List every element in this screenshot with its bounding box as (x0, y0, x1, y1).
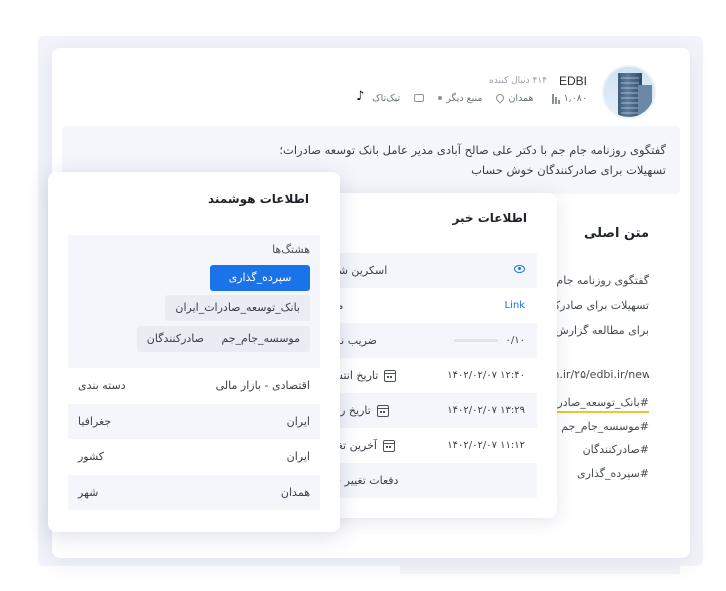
category-value: اقتصادی - بازار مالی (215, 379, 310, 393)
location-meta: همدان (494, 92, 534, 104)
location-label: همدان (508, 92, 534, 104)
geography-value: ایران (286, 414, 310, 428)
smart-row-geography: جغرافیا ایران (68, 403, 320, 439)
country-value: ایران (286, 450, 310, 464)
calendar-icon (384, 369, 397, 382)
summary-line-1: گفتگوی روزنامه جام جم با دکتر علی صالح آ… (279, 143, 666, 157)
comments-meta (414, 94, 425, 102)
platform-label: تیک‌تاک (372, 92, 401, 104)
smart-info-rows: دسته بندی اقتصادی - بازار مالی جغرافیا ا… (68, 368, 320, 510)
smart-info-title: اطلاعات هوشمند (208, 192, 309, 206)
row-label: شهر (78, 485, 99, 499)
news-row-screenshot: اسکرین شات (325, 253, 537, 288)
smart-row-city: شهر همدان (68, 474, 320, 510)
published-date: ۱۴۰۲/۰۲/۰۷ ۱۲:۴۰ (447, 370, 525, 381)
monitored-date: ۱۴۰۲/۰۲/۰۷ ۱۳:۲۹ (447, 405, 525, 416)
news-info-title: اطلاعات خبر (452, 211, 527, 225)
hashtags-box: هشتگ‌ها سپرده_گذاری بانک_توسعه_صادرات_ای… (68, 235, 320, 368)
news-row-published: تاریخ انتشار ۱۴۰۲/۰۲/۰۷ ۱۲:۴۰ (325, 358, 537, 393)
smart-row-country: کشور ایران (68, 439, 320, 475)
source-meta: منبع دیگر (438, 93, 482, 104)
last-change-date: ۱۴۰۲/۰۲/۰۷ ۱۱:۱۲ (447, 440, 525, 451)
source-link[interactable]: Link (505, 300, 525, 311)
smart-row-category: دسته بندی اقتصادی - بازار مالی (68, 368, 320, 404)
news-row-monitored: تاریخ رصد ۱۴۰۲/۰۲/۰۷ ۱۳:۲۹ (325, 393, 537, 428)
news-row-influence: ضریب نفوذ ۰/۱۰ (325, 323, 537, 358)
influence-value: ۰/۱۰ (505, 335, 525, 346)
account-name[interactable]: EDBI (559, 74, 587, 88)
news-info-card: اطلاعات خبر اسکرین شات منبع Link ضریب نف… (325, 193, 557, 518)
views-count: ۱,۰۸۰ (563, 92, 587, 104)
post-meta: تیک‌تاک منبع دیگر همدان ۱,۰۸۰ (356, 89, 587, 104)
platform-meta: تیک‌تاک (356, 89, 401, 104)
views-meta: ۱,۰۸۰ (548, 92, 587, 104)
eye-icon[interactable] (514, 265, 525, 273)
calendar-icon (382, 439, 395, 452)
news-info-rows: اسکرین شات منبع Link ضریب نفوذ ۰/۱۰ تاری… (325, 253, 537, 498)
row-label: جغرافیا (78, 414, 112, 428)
building-image-secondary (638, 85, 652, 117)
tiktok-icon (356, 89, 368, 104)
hashtag-chip-active[interactable]: سپرده_گذاری (210, 265, 310, 291)
influence-bar (453, 338, 498, 342)
avatar[interactable] (602, 65, 656, 119)
calendar-icon (376, 404, 389, 417)
followers-count: ۴۱۴ دنبال کننده (489, 76, 547, 86)
hashtags-label: هشتگ‌ها (272, 243, 310, 256)
chat-icon (414, 94, 425, 102)
bar-chart-icon (548, 92, 560, 104)
location-pin-icon (494, 92, 507, 104)
news-row-change-count: دفعات تغییر خبر (325, 463, 537, 498)
dot-icon (438, 96, 443, 100)
news-row-source: منبع Link (325, 288, 537, 323)
hashtag-chip[interactable]: موسسه_جام_جم (211, 326, 310, 352)
hashtag-chip[interactable]: بانک_توسعه_صادرات_ایران (165, 295, 310, 321)
original-text-title: متن اصلی (583, 226, 649, 241)
source-label: منبع دیگر (446, 92, 483, 104)
hashtag-chip[interactable]: صادرکنندگان (136, 326, 214, 352)
smart-info-card: اطلاعات هوشمند هشتگ‌ها سپرده_گذاری بانک_… (48, 172, 340, 532)
row-label: دسته بندی (78, 379, 126, 393)
news-row-last-change: آخرین تغییر ۱۴۰۲/۰۲/۰۷ ۱۱:۱۲ (325, 428, 537, 463)
row-label: کشور (78, 450, 105, 464)
city-value: همدان (280, 485, 310, 499)
